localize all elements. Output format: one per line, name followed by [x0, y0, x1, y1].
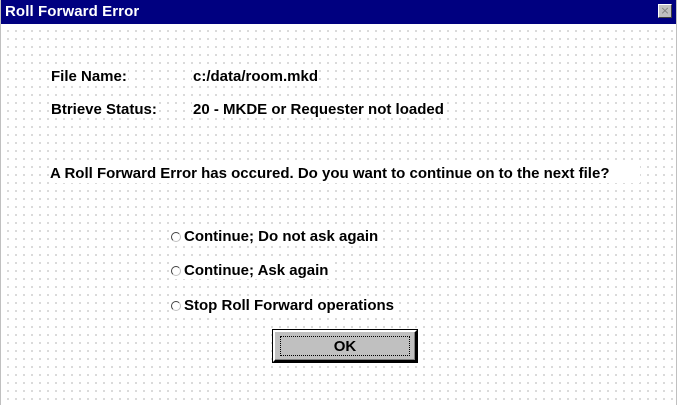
radio-label: Stop Roll Forward operations: [184, 297, 395, 314]
radio-continue-ask-again[interactable]: Continue; Ask again: [171, 262, 331, 279]
error-message: A Roll Forward Error has occured. Do you…: [50, 164, 640, 183]
btrieve-status-value: 20 - MKDE or Requester not loaded: [192, 101, 445, 118]
btrieve-status-label: Btrieve Status:: [50, 101, 158, 118]
radio-stop-roll-forward[interactable]: Stop Roll Forward operations: [171, 297, 397, 314]
radio-button-icon[interactable]: [171, 300, 181, 311]
file-name-value: c:/data/room.mkd: [192, 68, 320, 85]
radio-button-icon[interactable]: [171, 231, 181, 242]
file-name-label: File Name:: [50, 68, 128, 85]
close-icon: ×: [660, 4, 670, 17]
close-button[interactable]: ×: [658, 4, 672, 18]
radio-label: Continue; Do not ask again: [184, 228, 379, 245]
radio-button-icon[interactable]: [171, 265, 181, 276]
roll-forward-error-dialog: Roll Forward Error × File Name: c:/data/…: [0, 0, 677, 405]
radio-continue-do-not-ask[interactable]: Continue; Do not ask again: [171, 228, 381, 245]
ok-button-label: OK: [333, 337, 357, 355]
ok-button[interactable]: OK: [273, 330, 417, 362]
window-title: Roll Forward Error: [5, 3, 140, 20]
radio-label: Continue; Ask again: [184, 262, 329, 279]
title-bar[interactable]: Roll Forward Error ×: [1, 0, 676, 24]
